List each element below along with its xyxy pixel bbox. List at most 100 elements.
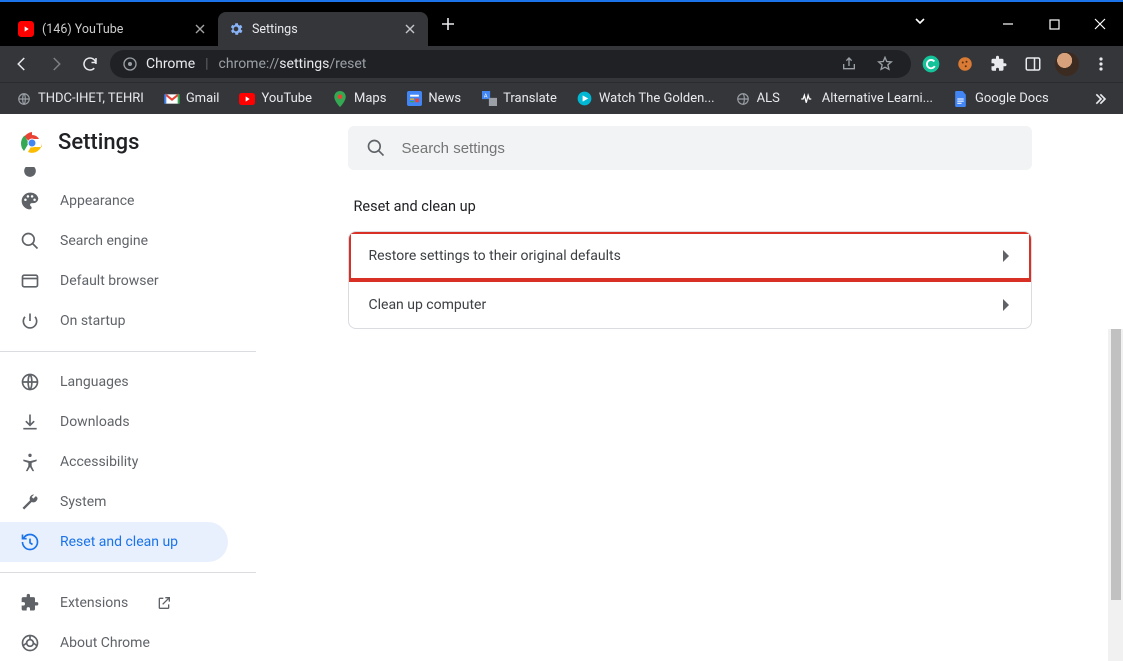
bookmarks-overflow[interactable] (1083, 83, 1115, 114)
nav-divider (0, 572, 256, 573)
wrench-icon (20, 492, 40, 512)
nav-label: Languages (60, 374, 129, 390)
nav-label: Reset and clean up (60, 534, 178, 550)
close-button[interactable] (1077, 8, 1123, 40)
reset-card: Restore settings to their original defau… (348, 231, 1032, 329)
external-link-icon (156, 595, 172, 611)
settings-nav: Appearance Search engine Default browser… (0, 173, 256, 661)
bookmark-docs[interactable]: Google Docs (945, 83, 1057, 114)
nav-label: Default browser (60, 273, 159, 289)
row-clean-up-computer[interactable]: Clean up computer (349, 280, 1031, 328)
globe-icon (20, 372, 40, 392)
gear-icon (228, 21, 244, 37)
download-icon (20, 412, 40, 432)
wave-icon (800, 91, 816, 107)
nav-item-downloads[interactable]: Downloads (0, 402, 256, 442)
profile-avatar[interactable] (1053, 50, 1081, 78)
nav-label: Search engine (60, 233, 148, 249)
settings-sidebar: Settings Appearance Search engine Defaul… (0, 114, 256, 661)
address-bar[interactable]: Chrome | chrome://settings/reset (110, 50, 911, 78)
window-titlebar: (146) YouTube Settings (0, 0, 1123, 46)
bookmark-alternative-learning[interactable]: Alternative Learni... (792, 83, 941, 114)
bookmark-als[interactable]: ALS (727, 83, 788, 114)
menu-button[interactable] (1087, 50, 1115, 78)
extension-cookie-icon[interactable] (951, 50, 979, 78)
bookmark-news[interactable]: News (398, 83, 469, 114)
nav-label: System (60, 494, 106, 510)
row-label: Restore settings to their original defau… (369, 248, 621, 264)
nav-item-extensions[interactable]: Extensions (0, 583, 256, 623)
tab-youtube[interactable]: (146) YouTube (8, 12, 218, 46)
shield-icon (20, 167, 40, 181)
bookmarks-bar: THDC-IHET, TEHRI Gmail YouTube Maps News… (0, 82, 1123, 114)
chevron-right-icon (1001, 298, 1011, 312)
settings-page: Settings Appearance Search engine Defaul… (0, 114, 1123, 661)
globe-icon (735, 91, 751, 107)
minimize-button[interactable] (985, 8, 1031, 40)
palette-icon (20, 191, 40, 211)
search-icon (20, 231, 40, 251)
nav-item-about[interactable]: About Chrome (0, 623, 256, 661)
nav-item-truncated[interactable] (0, 167, 256, 181)
new-tab-button[interactable] (434, 10, 462, 38)
chrome-logo-icon (20, 131, 44, 155)
browser-toolbar: Chrome | chrome://settings/reset (0, 46, 1123, 82)
section-title: Reset and clean up (354, 198, 1040, 215)
window-controls (985, 2, 1123, 46)
nav-item-accessibility[interactable]: Accessibility (0, 442, 256, 482)
bookmark-maps[interactable]: Maps (324, 83, 394, 114)
forward-button[interactable] (42, 50, 70, 78)
extension-grammarly-icon[interactable] (917, 50, 945, 78)
tab-strip: (146) YouTube Settings (0, 2, 462, 46)
bookmark-translate[interactable]: ATranslate (473, 83, 565, 114)
settings-main: Reset and clean up Restore settings to t… (256, 114, 1123, 661)
site-info-icon[interactable] (122, 56, 138, 72)
search-input[interactable] (400, 139, 1014, 158)
youtube-icon (18, 21, 34, 37)
translate-icon: A (481, 91, 497, 107)
tab-settings[interactable]: Settings (218, 12, 428, 46)
share-icon[interactable] (835, 50, 863, 78)
nav-item-languages[interactable]: Languages (0, 362, 256, 402)
extensions-button[interactable] (985, 50, 1013, 78)
news-icon (406, 91, 422, 107)
nav-label: Accessibility (60, 454, 138, 470)
close-icon[interactable] (192, 21, 208, 37)
chevron-right-icon (1001, 249, 1011, 263)
svg-text:A: A (483, 93, 487, 99)
back-button[interactable] (8, 50, 36, 78)
bookmark-star-icon[interactable] (871, 50, 899, 78)
nav-label: Appearance (60, 193, 134, 209)
nav-item-reset[interactable]: Reset and clean up (0, 522, 228, 562)
settings-search[interactable] (348, 126, 1032, 170)
nav-divider (0, 351, 256, 352)
bookmark-thdc[interactable]: THDC-IHET, TEHRI (8, 83, 152, 114)
nav-item-on-startup[interactable]: On startup (0, 301, 256, 341)
extension-icon (20, 593, 40, 613)
tab-label: Settings (252, 22, 394, 37)
youtube-icon (239, 91, 255, 107)
row-restore-defaults[interactable]: Restore settings to their original defau… (349, 232, 1031, 280)
chrome-icon (20, 633, 40, 653)
nav-item-system[interactable]: System (0, 482, 256, 522)
bookmark-watch-golden[interactable]: Watch The Golden... (569, 83, 723, 114)
play-icon (577, 91, 593, 107)
nav-item-search-engine[interactable]: Search engine (0, 221, 256, 261)
accessibility-icon (20, 452, 40, 472)
nav-item-appearance[interactable]: Appearance (0, 181, 256, 221)
nav-label: Downloads (60, 414, 130, 430)
row-label: Clean up computer (369, 297, 487, 313)
maps-icon (332, 91, 348, 107)
bookmark-youtube[interactable]: YouTube (231, 83, 320, 114)
browser-icon (20, 271, 40, 291)
maximize-button[interactable] (1031, 8, 1077, 40)
omnibox-prefix: Chrome (146, 56, 195, 72)
globe-icon (16, 91, 32, 107)
close-icon[interactable] (402, 21, 418, 37)
bookmark-gmail[interactable]: Gmail (156, 83, 228, 114)
side-panel-button[interactable] (1019, 50, 1047, 78)
nav-label: On startup (60, 313, 126, 329)
tab-search-button[interactable] (913, 14, 927, 28)
reload-button[interactable] (76, 50, 104, 78)
nav-item-default-browser[interactable]: Default browser (0, 261, 256, 301)
